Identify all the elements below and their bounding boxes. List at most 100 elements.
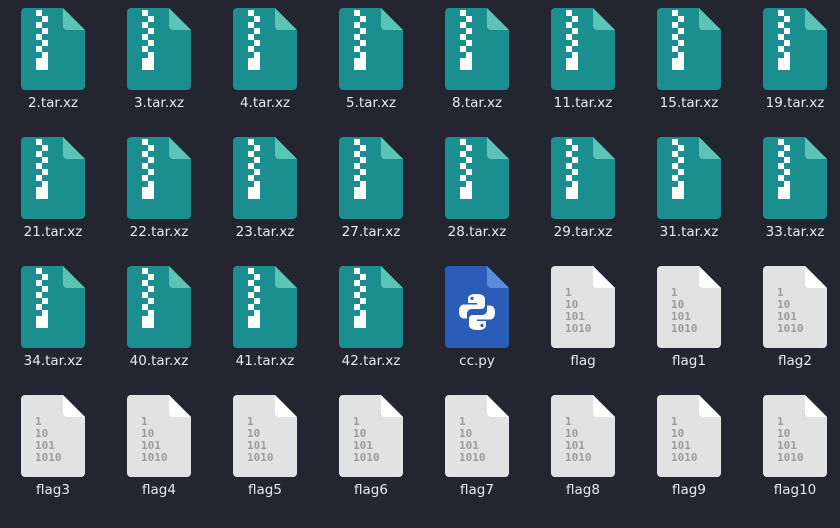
file-item[interactable]: 15.tar.xz [636, 0, 742, 129]
file-name-label: flag1 [672, 353, 706, 369]
file-item[interactable]: 1 10 101 1010 flag3 [0, 387, 106, 516]
file-name-label: flag3 [36, 482, 70, 498]
binary-file-icon: 1 10 101 1010 [763, 266, 827, 348]
svg-text:1010: 1010 [459, 451, 486, 464]
file-item[interactable]: 1 10 101 1010 flag [530, 258, 636, 387]
file-item[interactable]: 1 10 101 1010 flag8 [530, 387, 636, 516]
file-item[interactable]: 2.tar.xz [0, 0, 106, 129]
file-item[interactable]: 1 10 101 1010 flag4 [106, 387, 212, 516]
svg-text:1010: 1010 [671, 322, 698, 335]
file-name-label: flag7 [460, 482, 494, 498]
file-grid: 2.tar.xz 3.tar.xz 4.tar.xz 5.tar.xz 8.ta… [0, 0, 840, 528]
file-item[interactable]: 34.tar.xz [0, 258, 106, 387]
svg-text:1010: 1010 [565, 451, 592, 464]
binary-file-icon: 1 10 101 1010 [21, 395, 85, 477]
file-item[interactable]: 31.tar.xz [636, 129, 742, 258]
file-item[interactable]: 23.tar.xz [212, 129, 318, 258]
file-name-label: flag10 [773, 482, 817, 498]
file-item[interactable]: 3.tar.xz [106, 0, 212, 129]
file-name-label: 5.tar.xz [345, 95, 397, 111]
file-name-label: 15.tar.xz [659, 95, 719, 111]
archive-icon [657, 8, 721, 90]
file-name-label: 42.tar.xz [341, 353, 401, 369]
file-item[interactable]: 5.tar.xz [318, 0, 424, 129]
svg-text:1010: 1010 [777, 322, 804, 335]
file-item[interactable]: 1 10 101 1010 flag2 [742, 258, 840, 387]
svg-text:1010: 1010 [565, 322, 592, 335]
archive-icon [763, 137, 827, 219]
file-name-label: 19.tar.xz [765, 95, 825, 111]
archive-icon [551, 8, 615, 90]
file-name-label: 31.tar.xz [659, 224, 719, 240]
file-name-label: 22.tar.xz [129, 224, 189, 240]
file-name-label: 27.tar.xz [341, 224, 401, 240]
file-name-label: 34.tar.xz [23, 353, 83, 369]
archive-icon [657, 137, 721, 219]
file-name-label: cc.py [459, 353, 495, 369]
archive-icon [21, 266, 85, 348]
file-name-label: 41.tar.xz [235, 353, 295, 369]
file-item[interactable]: 21.tar.xz [0, 129, 106, 258]
archive-icon [339, 8, 403, 90]
file-item[interactable]: 11.tar.xz [530, 0, 636, 129]
file-item[interactable]: 22.tar.xz [106, 129, 212, 258]
file-name-label: flag [570, 353, 596, 369]
file-name-label: 23.tar.xz [235, 224, 295, 240]
file-name-label: 21.tar.xz [23, 224, 83, 240]
file-item[interactable]: 8.tar.xz [424, 0, 530, 129]
file-item[interactable]: 1 10 101 1010 flag10 [742, 387, 840, 516]
file-item[interactable]: 4.tar.xz [212, 0, 318, 129]
archive-icon [551, 137, 615, 219]
file-item[interactable]: 1 10 101 1010 flag7 [424, 387, 530, 516]
file-item[interactable]: 41.tar.xz [212, 258, 318, 387]
file-item[interactable]: 27.tar.xz [318, 129, 424, 258]
file-name-label: flag9 [672, 482, 706, 498]
archive-icon [339, 137, 403, 219]
binary-file-icon: 1 10 101 1010 [445, 395, 509, 477]
archive-icon [127, 266, 191, 348]
binary-file-icon: 1 10 101 1010 [657, 266, 721, 348]
binary-file-icon: 1 10 101 1010 [551, 395, 615, 477]
archive-icon [763, 8, 827, 90]
file-item[interactable]: 1 10 101 1010 flag6 [318, 387, 424, 516]
svg-text:1010: 1010 [671, 451, 698, 464]
file-name-label: 33.tar.xz [765, 224, 825, 240]
file-name-label: flag8 [566, 482, 600, 498]
archive-icon [339, 266, 403, 348]
file-item[interactable]: 33.tar.xz [742, 129, 840, 258]
file-name-label: flag2 [778, 353, 812, 369]
archive-icon [127, 8, 191, 90]
archive-icon [21, 137, 85, 219]
file-item[interactable]: 28.tar.xz [424, 129, 530, 258]
binary-file-icon: 1 10 101 1010 [551, 266, 615, 348]
file-item[interactable]: 1 10 101 1010 flag5 [212, 387, 318, 516]
archive-icon [127, 137, 191, 219]
file-name-label: 28.tar.xz [447, 224, 507, 240]
binary-file-icon: 1 10 101 1010 [127, 395, 191, 477]
file-name-label: flag5 [248, 482, 282, 498]
binary-file-icon: 1 10 101 1010 [763, 395, 827, 477]
file-item[interactable]: cc.py [424, 258, 530, 387]
file-item[interactable]: 29.tar.xz [530, 129, 636, 258]
file-name-label: flag6 [354, 482, 388, 498]
archive-icon [21, 8, 85, 90]
svg-text:1010: 1010 [35, 451, 62, 464]
archive-icon [233, 266, 297, 348]
file-name-label: 4.tar.xz [239, 95, 291, 111]
file-item[interactable]: 1 10 101 1010 flag9 [636, 387, 742, 516]
file-item[interactable]: 1 10 101 1010 flag1 [636, 258, 742, 387]
binary-file-icon: 1 10 101 1010 [233, 395, 297, 477]
file-item[interactable]: 19.tar.xz [742, 0, 840, 129]
binary-file-icon: 1 10 101 1010 [657, 395, 721, 477]
file-name-label: 2.tar.xz [27, 95, 79, 111]
file-name-label: 8.tar.xz [451, 95, 503, 111]
file-name-label: 3.tar.xz [133, 95, 185, 111]
svg-text:1010: 1010 [777, 451, 804, 464]
file-item[interactable]: 42.tar.xz [318, 258, 424, 387]
archive-icon [233, 8, 297, 90]
file-name-label: 29.tar.xz [553, 224, 613, 240]
archive-icon [445, 137, 509, 219]
svg-text:1010: 1010 [247, 451, 274, 464]
file-item[interactable]: 40.tar.xz [106, 258, 212, 387]
archive-icon [445, 8, 509, 90]
